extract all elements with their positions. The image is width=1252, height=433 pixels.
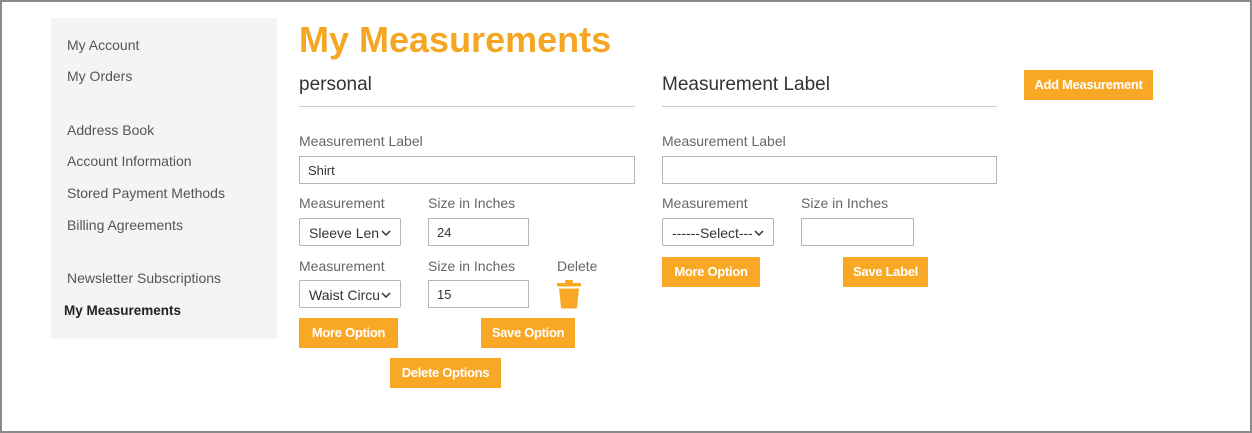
- sidebar-item-newsletter-subscriptions[interactable]: Newsletter Subscriptions: [67, 270, 221, 286]
- sidebar-item-my-account[interactable]: My Account: [67, 37, 139, 53]
- new-measurement-select[interactable]: ------Select------: [662, 218, 774, 246]
- new-more-option-button[interactable]: More Option: [662, 257, 760, 287]
- sidebar-item-address-book[interactable]: Address Book: [67, 122, 154, 138]
- delete-options-button[interactable]: Delete Options: [390, 358, 501, 388]
- new-measurement-title: Measurement Label: [662, 74, 830, 95]
- sidebar-item-account-information[interactable]: Account Information: [67, 153, 192, 169]
- new-measurement-label-input[interactable]: [662, 156, 997, 184]
- account-sidebar: My Account My Orders Address Book Accoun…: [51, 18, 277, 339]
- sidebar-item-billing-agreements[interactable]: Billing Agreements: [67, 217, 183, 233]
- chevron-down-icon: [381, 230, 391, 236]
- chevron-down-icon: [381, 292, 391, 298]
- left-divider: [299, 106, 635, 107]
- page-title: My Measurements: [299, 19, 612, 60]
- measurement-select-2-value: Waist Circumference: [309, 287, 379, 303]
- chevron-down-icon: [754, 230, 764, 236]
- size-input-1[interactable]: [428, 218, 529, 246]
- save-option-button[interactable]: Save Option: [481, 318, 575, 348]
- measurement-label-input[interactable]: [299, 156, 635, 184]
- measurement-select-2[interactable]: Waist Circumference: [299, 280, 401, 308]
- save-label-button[interactable]: Save Label: [843, 257, 928, 287]
- measurement-select-1-value: Sleeve Length: [309, 225, 379, 241]
- trash-icon[interactable]: [556, 279, 582, 309]
- new-measurement-label-caption: Measurement Label: [662, 133, 786, 149]
- measurement-select-1[interactable]: Sleeve Length: [299, 218, 401, 246]
- new-measurement-select-value: ------Select------: [672, 225, 752, 241]
- measurement-caption-1: Measurement: [299, 195, 385, 211]
- size-caption-1: Size in Inches: [428, 195, 516, 211]
- add-measurement-button[interactable]: Add Measurement: [1024, 70, 1153, 100]
- sidebar-item-my-orders[interactable]: My Orders: [67, 68, 132, 84]
- size-input-2[interactable]: [428, 280, 529, 308]
- delete-caption: Delete: [557, 258, 598, 274]
- app-window: My Account My Orders Address Book Accoun…: [0, 0, 1252, 433]
- new-size-input[interactable]: [801, 218, 914, 246]
- new-size-caption: Size in Inches: [801, 195, 889, 211]
- right-divider: [662, 106, 997, 107]
- size-caption-2: Size in Inches: [428, 258, 516, 274]
- measurement-caption-2: Measurement: [299, 258, 385, 274]
- sidebar-item-stored-payment-methods[interactable]: Stored Payment Methods: [67, 185, 225, 201]
- sidebar-item-my-measurements[interactable]: My Measurements: [64, 303, 181, 318]
- measurement-label-caption: Measurement Label: [299, 133, 423, 149]
- new-measurement-caption: Measurement: [662, 195, 748, 211]
- measurement-set-title: personal: [299, 74, 372, 95]
- more-option-button[interactable]: More Option: [299, 318, 398, 348]
